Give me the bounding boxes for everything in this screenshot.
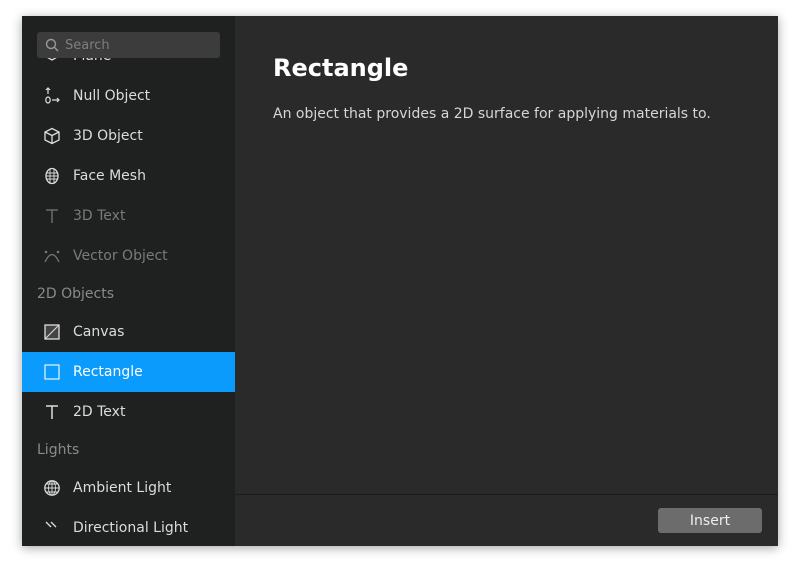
insert-object-dialog: Plane Null Object 3D Object Face Mesh 3D… (22, 16, 778, 546)
section-header-2d-objects: 2D Objects (37, 286, 115, 302)
list-item-ambient-light[interactable]: Ambient Light (22, 468, 235, 508)
directional-light-icon (45, 521, 57, 528)
item-label: 3D Text (73, 208, 126, 224)
list-item-face-mesh[interactable]: Face Mesh (22, 156, 235, 196)
object-list[interactable]: Plane Null Object 3D Object Face Mesh 3D… (22, 36, 235, 546)
section-header-lights: Lights (37, 442, 80, 458)
list-item-directional-light[interactable]: Directional Light (22, 508, 235, 546)
vector-curve-icon (44, 250, 60, 263)
search-input[interactable] (65, 37, 205, 53)
null-object-icon (45, 87, 60, 104)
item-label: 3D Object (73, 128, 143, 144)
cube-icon (44, 127, 60, 145)
globe-icon (44, 480, 60, 496)
search-icon (45, 38, 59, 52)
insert-button[interactable]: Insert (658, 508, 762, 533)
list-item-3d-object[interactable]: 3D Object (22, 116, 235, 156)
text-icon (46, 405, 58, 419)
item-label: Face Mesh (73, 168, 146, 184)
item-label: Rectangle (73, 364, 143, 380)
canvas-icon (44, 324, 60, 340)
list-item-rectangle[interactable]: Rectangle (22, 352, 235, 392)
face-mesh-icon (45, 167, 59, 185)
detail-description: An object that provides a 2D surface for… (273, 106, 711, 122)
list-item-canvas[interactable]: Canvas (22, 312, 235, 352)
item-label: Directional Light (73, 520, 189, 536)
detail-title: Rectangle (273, 54, 409, 82)
list-item-2d-text[interactable]: 2D Text (22, 392, 235, 432)
search-field[interactable] (37, 32, 220, 58)
item-label: Null Object (73, 88, 151, 104)
item-label: Ambient Light (73, 480, 172, 496)
footer: Insert (235, 494, 778, 546)
list-item-3d-text[interactable]: 3D Text (22, 196, 235, 236)
sidebar: Plane Null Object 3D Object Face Mesh 3D… (22, 16, 235, 546)
list-item-null-object[interactable]: Null Object (22, 76, 235, 116)
item-label: 2D Text (73, 404, 126, 420)
rectangle-icon (44, 364, 60, 380)
text-icon (46, 209, 58, 223)
list-item-vector-object[interactable]: Vector Object (22, 236, 235, 276)
item-label: Vector Object (73, 248, 168, 264)
detail-pane: Rectangle An object that provides a 2D s… (235, 16, 778, 494)
item-label: Canvas (73, 324, 125, 340)
